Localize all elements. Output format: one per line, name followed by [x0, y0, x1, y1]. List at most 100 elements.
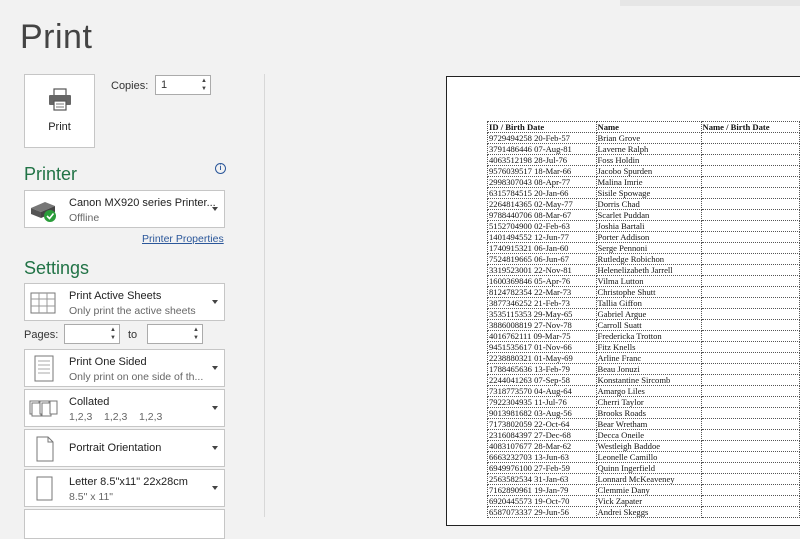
spin-down-icon[interactable]: ▼ — [192, 334, 200, 342]
spin-up-icon[interactable]: ▲ — [192, 326, 200, 334]
pages-from-spinner[interactable]: ▲ ▼ — [109, 326, 117, 342]
table-row: 2244041263 07-Sep-58 Konstantine Sircomb — [487, 374, 800, 386]
copies-spinner[interactable]: ▲ ▼ — [200, 77, 208, 93]
cell-name: Brian Grove — [595, 132, 702, 144]
cell-name-birth-date — [700, 253, 800, 265]
cell-id-birth-date: 2316084397 27-Dec-68 — [487, 429, 597, 441]
collation-title: Collated — [69, 396, 110, 408]
cell-id-birth-date: 9576039517 18-Mar-66 — [487, 165, 597, 177]
cell-name: Jacobo Spurden — [595, 165, 702, 177]
table-row: 3535115353 29-May-65 Gabriel Argue — [487, 308, 800, 320]
spin-down-icon[interactable]: ▼ — [200, 85, 208, 93]
table-row: 3319523001 22-Nov-81 Helenelizabeth Jarre… — [487, 264, 800, 276]
cell-name-birth-date — [700, 473, 800, 485]
chevron-down-icon — [212, 207, 218, 211]
cell-name-birth-date — [700, 319, 800, 331]
spin-up-icon[interactable]: ▲ — [200, 77, 208, 85]
cell-id-birth-date: 3535115353 29-May-65 — [487, 308, 597, 320]
cell-id-birth-date: 1740915321 06-Jan-60 — [487, 242, 597, 254]
cell-id-birth-date: 7318773570 04-Aug-64 — [487, 385, 597, 397]
cell-name-birth-date — [700, 220, 800, 232]
cell-name: Amargo Liles — [595, 385, 702, 397]
cell-id-birth-date: 9788440706 08-Mar-67 — [487, 209, 597, 221]
cell-name: Decca Oneile — [595, 429, 702, 441]
spin-down-icon[interactable]: ▼ — [109, 334, 117, 342]
print-scope-dropdown[interactable]: Print Active Sheets Only print the activ… — [24, 283, 225, 321]
cell-name: Carroll Suatt — [595, 319, 702, 331]
orientation-dropdown[interactable]: Portrait Orientation — [24, 429, 225, 467]
cell-name-birth-date — [700, 143, 800, 155]
pages-to-input[interactable]: ▲ ▼ — [147, 324, 203, 344]
table-row: 7318773570 04-Aug-64 Amargo Liles — [487, 385, 800, 397]
cell-name: Tallia Giffon — [595, 297, 702, 309]
spreadsheet-icon — [29, 289, 59, 317]
chevron-down-icon — [212, 446, 218, 450]
cell-id-birth-date: 8124782354 22-Mar-73 — [487, 286, 597, 298]
info-icon[interactable]: i — [215, 163, 226, 174]
print-button[interactable]: Print — [24, 74, 95, 148]
pages-label: Pages: — [24, 329, 59, 341]
cell-id-birth-date: 3791486446 07-Aug-81 — [487, 143, 597, 155]
cell-name-birth-date — [700, 363, 800, 375]
cell-name: Serge Pennoni — [595, 242, 702, 254]
cell-name: Bear Wretham — [595, 418, 702, 430]
cell-id-birth-date: 2244041263 07-Sep-58 — [487, 374, 597, 386]
cell-name-birth-date — [700, 187, 800, 199]
table-row: 7524819665 06-Jun-67 Rutledge Robichon — [487, 253, 800, 265]
paper-size-dropdown[interactable]: Letter 8.5"x11" 22x28cm 8.5" x 11" — [24, 469, 225, 507]
sides-dropdown[interactable]: Print One Sided Only print on one side o… — [24, 349, 225, 387]
cell-name-birth-date — [700, 462, 800, 474]
cell-name: Vilma Lutton — [595, 275, 702, 287]
cell-id-birth-date: 1788465636 13-Feb-79 — [487, 363, 597, 375]
cell-name: Dorris Chad — [595, 198, 702, 210]
chevron-down-icon — [212, 366, 218, 370]
printer-dropdown[interactable]: Canon MX920 series Printer... Offline — [24, 190, 225, 228]
table-row: 9013981682 03-Aug-56 Brooks Roads — [487, 407, 800, 419]
cell-name: Leonelle Camillo — [595, 451, 702, 463]
table-row: 9788440706 08-Mar-67 Scarlet Puddan — [487, 209, 800, 221]
chevron-down-icon — [212, 486, 218, 490]
pages-to-spinner[interactable]: ▲ ▼ — [192, 326, 200, 342]
table-row: 1401494552 12-Jun-77 Porter Addison — [487, 231, 800, 243]
cell-name: Fitz Knells — [595, 341, 702, 353]
cell-name: Westleigh Baddoe — [595, 440, 702, 452]
table-row: 7922304935 11-Jul-76 Cherri Taylor — [487, 396, 800, 408]
cell-id-birth-date: 6587073337 29-Jun-56 — [487, 506, 597, 518]
cell-name: Vick Zapater — [595, 495, 702, 507]
table-row: 3886008819 27-Nov-78 Carroll Suatt — [487, 319, 800, 331]
collated-pages-icon — [29, 395, 59, 423]
printer-name: Canon MX920 series Printer... — [69, 197, 216, 209]
copies-input[interactable]: 1 ▲ ▼ — [155, 75, 211, 95]
spin-up-icon[interactable]: ▲ — [109, 326, 117, 334]
table-row: 8124782354 22-Mar-73 Christophe Shutt — [487, 286, 800, 298]
table-row: 9729494258 20-Feb-57 Brian Grove — [487, 132, 800, 144]
pages-from-input[interactable]: ▲ ▼ — [64, 324, 120, 344]
cell-name: Rutledge Robichon — [595, 253, 702, 265]
cell-name: Arline Franc — [595, 352, 702, 364]
collation-subtitle: 1,2,3 1,2,3 1,2,3 — [69, 411, 163, 423]
table-row: 3877346252 21-Feb-73 Tallia Giffon — [487, 297, 800, 309]
cell-name: Helenelizabeth Jarrell — [595, 264, 702, 276]
collation-dropdown[interactable]: Collated 1,2,3 1,2,3 1,2,3 — [24, 389, 225, 427]
one-sided-page-icon — [29, 355, 59, 383]
cell-id-birth-date: 6949976100 27-Feb-59 — [487, 462, 597, 474]
table-row: 1788465636 13-Feb-79 Beau Jonuzi — [487, 363, 800, 375]
cell-id-birth-date: 6315784515 20-Jan-66 — [487, 187, 597, 199]
cell-id-birth-date: 6663232703 13-Jun-63 — [487, 451, 597, 463]
cell-name-birth-date — [700, 176, 800, 188]
margins-dropdown[interactable] — [24, 509, 225, 539]
printer-properties-link[interactable]: Printer Properties — [142, 233, 224, 245]
cell-name-birth-date — [700, 484, 800, 496]
cell-id-birth-date: 4083107677 28-Mar-62 — [487, 440, 597, 452]
cell-name: Scarlet Puddan — [595, 209, 702, 221]
cell-name-birth-date — [700, 385, 800, 397]
cell-name-birth-date — [700, 308, 800, 320]
cell-name-birth-date — [700, 341, 800, 353]
cell-id-birth-date: 7922304935 11-Jul-76 — [487, 396, 597, 408]
preview-header-row: ID / Birth Date Name Name / Birth Date — [487, 121, 800, 133]
cell-name-birth-date — [700, 198, 800, 210]
cell-name-birth-date — [700, 429, 800, 441]
cell-name-birth-date — [700, 132, 800, 144]
cell-name: Konstantine Sircomb — [595, 374, 702, 386]
preview-header-name: Name — [595, 121, 702, 133]
